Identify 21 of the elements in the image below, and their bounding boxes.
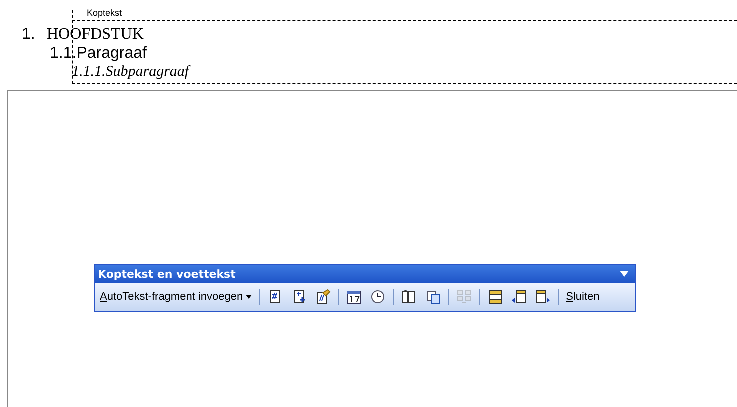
header-label: Koptekst (86, 8, 124, 19)
paragraph-heading: .Paragraaf (72, 44, 147, 63)
insert-autotext-menu[interactable]: AutoTekst-fragment invoegen (98, 290, 254, 304)
page-format-icon (315, 289, 332, 305)
chapter-heading: HOOFDSTUK (47, 25, 144, 44)
header-footer-icon (487, 289, 504, 305)
dropdown-icon[interactable] (620, 271, 629, 277)
calendar-icon (346, 289, 362, 305)
close-button[interactable]: Sluiten (564, 290, 602, 304)
clock-icon (370, 289, 386, 305)
pages-icon (425, 289, 442, 305)
heading-number: 1. (22, 25, 36, 44)
page-plus-icon (291, 289, 308, 305)
heading-number: 1.1 (50, 44, 72, 63)
toolbar-title: Koptekst en voettekst (98, 268, 236, 280)
previous-icon (511, 289, 528, 305)
next-icon (535, 289, 552, 305)
book-icon (401, 289, 418, 305)
link-icon (456, 289, 472, 305)
subparagraph-heading: 1.1.1.Subparagraaf (72, 63, 190, 82)
caret-icon (246, 295, 252, 299)
